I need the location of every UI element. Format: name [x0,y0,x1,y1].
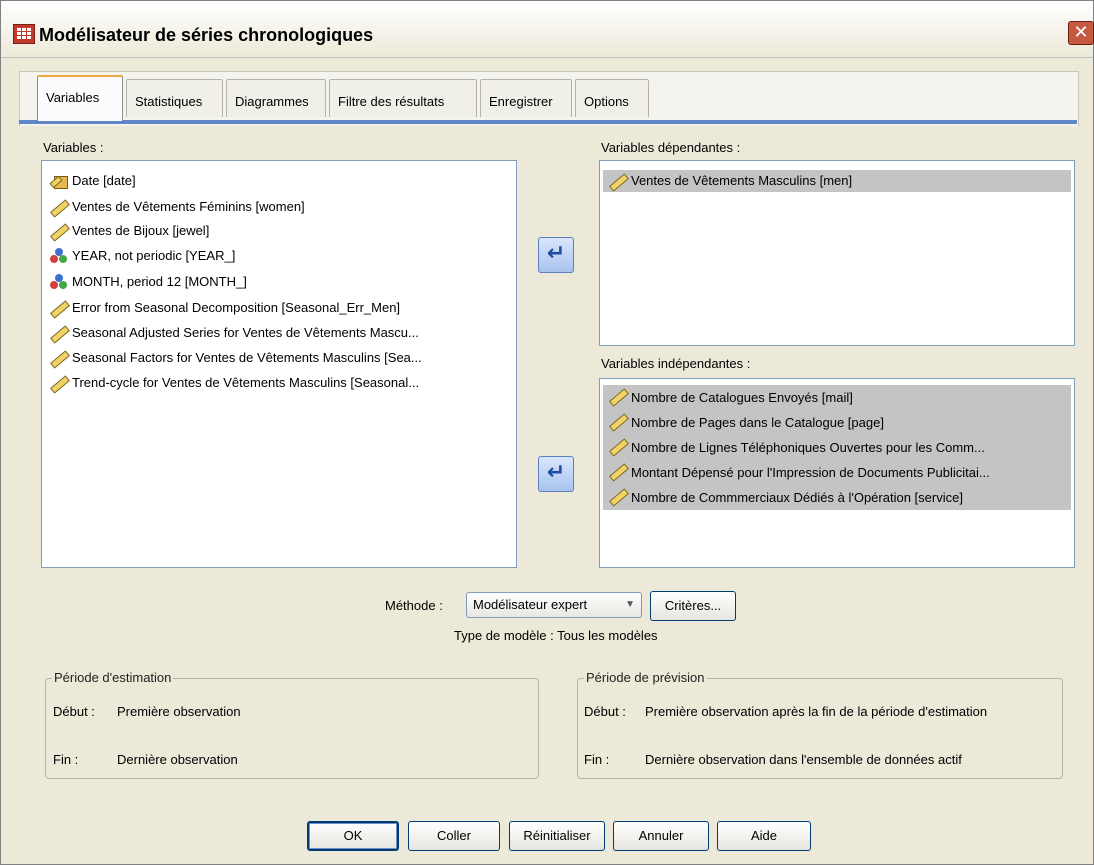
scale-icon [609,174,627,188]
tab-enregistrer[interactable]: Enregistrer [480,79,572,117]
list-item[interactable]: Ventes de Bijoux [jewel] [44,220,514,242]
list-item[interactable]: Trend-cycle for Ventes de Vêtements Masc… [44,372,514,394]
estimation-period-title: Période d'estimation [52,670,174,685]
list-item[interactable]: MONTH, period 12 [MONTH_] [44,271,514,293]
estimation-start-label: Début : [53,704,95,719]
scale-icon [609,464,627,478]
tab-filtre-resultats[interactable]: Filtre des résultats [329,79,477,117]
independent-variables-listbox[interactable]: Nombre de Catalogues Envoyés [mail] Nomb… [599,378,1075,568]
scale-icon [609,414,627,428]
tab-statistiques[interactable]: Statistiques [126,79,223,117]
variables-listbox[interactable]: Date [date] Ventes de Vêtements Féminins… [41,160,517,568]
forecast-end-label: Fin : [584,752,610,767]
cancel-button[interactable]: Annuler [613,821,709,851]
list-item[interactable]: Seasonal Factors for Ventes de Vêtements… [44,347,514,369]
list-item[interactable]: Nombre de Pages dans le Catalogue [page] [603,410,1071,435]
scale-icon [50,376,68,390]
nominal-icon [50,248,68,264]
help-button[interactable]: Aide [717,821,811,851]
list-item[interactable]: Ventes de Vêtements Féminins [women] [44,196,514,218]
ok-button[interactable]: OK [307,821,399,851]
method-dropdown[interactable]: Modélisateur expert ▼ [466,592,642,618]
forecast-start-label: Début : [584,704,626,719]
list-item[interactable]: Seasonal Adjusted Series for Ventes de V… [44,322,514,344]
dependent-variables-label: Variables dépendantes : [601,140,741,155]
scale-icon [50,351,68,365]
estimation-end-value: Dernière observation [117,752,238,767]
scale-icon [50,224,68,238]
chevron-down-icon: ▼ [625,599,635,610]
date-icon [50,173,68,189]
tab-underline [19,120,1077,124]
scale-icon [50,301,68,315]
method-label: Méthode : [385,598,443,613]
dialog-window: Modélisateur de séries chronologiques ✕ … [0,0,1094,865]
app-table-icon [13,24,35,44]
close-button[interactable]: ✕ [1068,21,1094,45]
list-item[interactable]: YEAR, not periodic [YEAR_] [44,245,514,267]
dependent-variables-listbox[interactable]: Ventes de Vêtements Masculins [men] [599,160,1075,346]
independent-variables-label: Variables indépendantes : [601,356,751,371]
reset-button[interactable]: Réinitialiser [509,821,605,851]
move-to-independent-button[interactable]: ↵ [538,456,574,492]
method-selected-value: Modélisateur expert [473,597,588,612]
list-item[interactable]: Date [date] [44,170,514,192]
model-type-text: Type de modèle : Tous les modèles [454,628,658,643]
list-item[interactable]: Nombre de Catalogues Envoyés [mail] [603,385,1071,410]
forecast-end-value: Dernière observation dans l'ensemble de … [645,752,962,767]
scale-icon [50,326,68,340]
variables-label: Variables : [43,140,104,155]
tab-variables[interactable]: Variables [37,75,123,121]
window-title: Modélisateur de séries chronologiques [39,25,374,45]
estimation-start-value: Première observation [117,704,241,719]
forecast-start-value: Première observation après la fin de la … [645,704,988,719]
move-to-dependent-button[interactable]: ↵ [538,237,574,273]
scale-icon [609,489,627,503]
list-item[interactable]: Nombre de Commmerciaux Dédiés à l'Opérat… [603,485,1071,510]
nominal-icon [50,274,68,290]
forecast-period-title: Période de prévision [584,670,707,685]
tab-options[interactable]: Options [575,79,649,117]
list-item[interactable]: Montant Dépensé pour l'Impression de Doc… [603,460,1071,485]
tab-diagrammes[interactable]: Diagrammes [226,79,326,117]
list-item[interactable]: Ventes de Vêtements Masculins [men] [603,170,1071,192]
list-item[interactable]: Nombre de Lignes Téléphoniques Ouvertes … [603,435,1071,460]
paste-button[interactable]: Coller [408,821,500,851]
criteria-button[interactable]: Critères... [650,591,736,621]
list-item[interactable]: Error from Seasonal Decomposition [Seaso… [44,297,514,319]
scale-icon [609,439,627,453]
estimation-end-label: Fin : [53,752,79,767]
title-bar: Modélisateur de séries chronologiques ✕ [1,1,1094,58]
scale-icon [609,389,627,403]
scale-icon [50,200,68,214]
